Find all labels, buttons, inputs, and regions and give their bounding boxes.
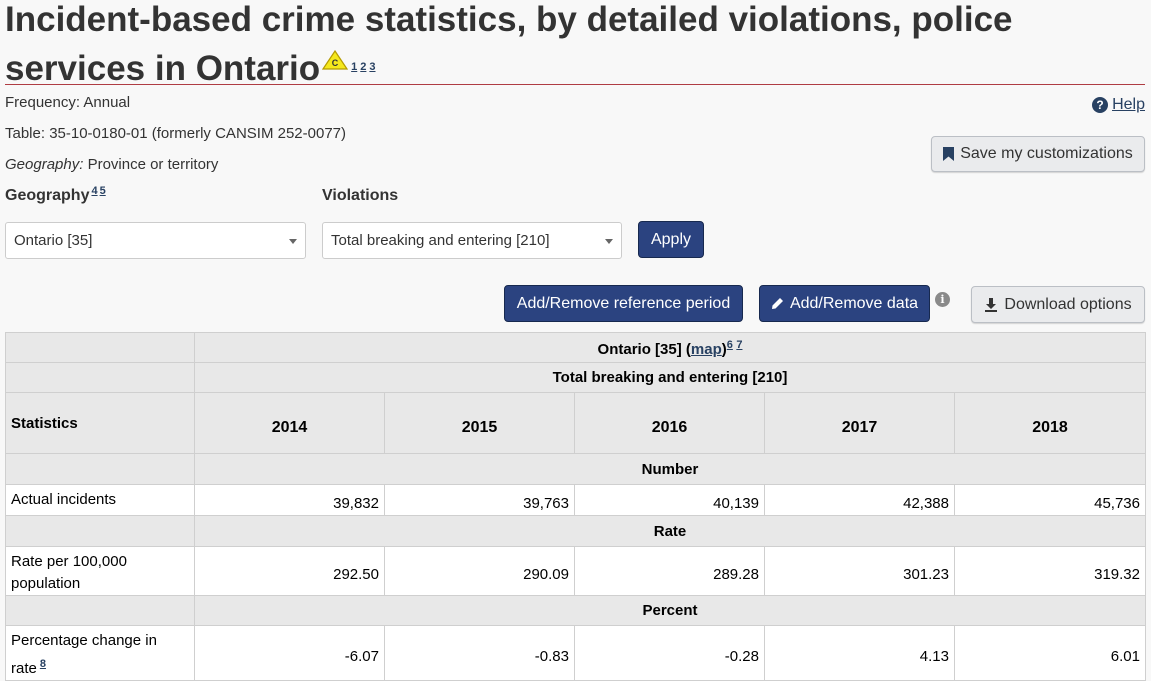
- geo-header: Ontario [35] (map)6 7: [194, 332, 1146, 363]
- geography-level-label: Geography:: [5, 156, 84, 173]
- violation-header: Total breaking and entering [210]: [194, 362, 1146, 393]
- empty-stub-cell: [5, 332, 195, 363]
- section-header-row: Percent: [5, 595, 1146, 626]
- row-label: Rate per 100,000 population: [5, 546, 195, 596]
- data-cell: 289.28: [574, 546, 765, 596]
- geography-field-label: Geography 4 5: [5, 185, 106, 205]
- empty-stub-cell: [5, 362, 195, 393]
- data-cell: 319.32: [954, 546, 1146, 596]
- title-divider: [5, 84, 1145, 85]
- geo-footnote-6[interactable]: 6: [727, 339, 733, 351]
- year-header: 2016: [574, 392, 765, 454]
- caution-symbol: C: [332, 58, 339, 68]
- data-table: Ontario [35] (map)6 7 Total breaking and…: [5, 332, 1146, 681]
- download-options-label: Download options: [1004, 295, 1132, 313]
- empty-stub-cell: [5, 595, 195, 626]
- year-header-row: Statistics 2014 2015 2016 2017 2018: [5, 392, 1146, 454]
- table-row: Percentage change in rate 8 -6.07 -0.83 -…: [5, 625, 1146, 681]
- section-heading-number: Number: [194, 453, 1146, 485]
- year-header: 2014: [194, 392, 385, 454]
- help-label: Help: [1112, 96, 1145, 113]
- year-header: 2018: [954, 392, 1146, 454]
- page-title-text: Incident-based crime statistics, by deta…: [5, 0, 1013, 88]
- data-cell: 4.13: [764, 625, 955, 681]
- add-remove-data-button[interactable]: Add/Remove data: [759, 285, 930, 322]
- violations-field-label: Violations: [322, 187, 399, 204]
- data-cell: 45,736: [954, 484, 1146, 516]
- data-cell: 6.01: [954, 625, 1146, 681]
- geo-header-row: Ontario [35] (map)6 7: [5, 332, 1146, 363]
- frequency-text: Frequency: Annual: [5, 94, 131, 111]
- violation-header-row: Total breaking and entering [210]: [5, 362, 1146, 393]
- title-footnote-2[interactable]: 2: [360, 61, 366, 73]
- geography-footnote-4[interactable]: 4: [91, 185, 97, 197]
- geography-select-value: Ontario [35]: [14, 232, 93, 249]
- add-remove-data-label: Add/Remove data: [789, 294, 919, 312]
- table-id-text: Table: 35-10-0180-01 (formerly CANSIM 25…: [5, 125, 346, 142]
- save-customizations-label: Save my customizations: [960, 145, 1133, 162]
- geography-level-value: Province or territory: [87, 156, 219, 173]
- row-label-text: Percentage change in rate: [11, 632, 157, 677]
- title-footnote-3[interactable]: 3: [369, 61, 375, 73]
- row-label: Actual incidents: [5, 484, 195, 516]
- help-link[interactable]: ? Help: [1092, 96, 1145, 114]
- geo-footnote-7[interactable]: 7: [736, 339, 742, 351]
- download-icon: [985, 297, 998, 312]
- section-header-row: Rate: [5, 515, 1146, 547]
- violations-select-value: Total breaking and entering [210]: [331, 232, 550, 249]
- geography-select[interactable]: Ontario [35]: [5, 222, 306, 259]
- data-cell: 290.09: [384, 546, 575, 596]
- chevron-down-icon: [605, 238, 613, 244]
- empty-stub-cell: [5, 515, 195, 547]
- caution-icon[interactable]: C: [322, 39, 349, 70]
- empty-stub-cell: [5, 453, 195, 485]
- data-cell: 301.23: [764, 546, 955, 596]
- data-cell: -0.83: [384, 625, 575, 681]
- section-header-row: Number: [5, 453, 1146, 485]
- section-heading-rate: Rate: [194, 515, 1146, 547]
- save-customizations-button[interactable]: Save my customizations: [931, 136, 1145, 172]
- section-heading-percent: Percent: [194, 595, 1146, 626]
- year-header: 2017: [764, 392, 955, 454]
- data-cell: 292.50: [194, 546, 385, 596]
- data-cell: 39,832: [194, 484, 385, 516]
- help-icon: ?: [1092, 97, 1109, 113]
- add-remove-reference-period-button[interactable]: Add/Remove reference period: [504, 285, 743, 322]
- geography-footnote-5[interactable]: 5: [100, 185, 106, 197]
- geography-label-text: Geography: [5, 187, 90, 204]
- geography-level-text: Geography: Province or territory: [5, 156, 218, 173]
- page-title: Incident-based crime statistics, by deta…: [5, 0, 1145, 88]
- map-link[interactable]: map: [691, 341, 722, 358]
- data-cell: 42,388: [764, 484, 955, 516]
- table-row: Actual incidents 39,832 39,763 40,139 42…: [5, 484, 1146, 516]
- bookmark-icon: [943, 147, 955, 161]
- data-cell: -6.07: [194, 625, 385, 681]
- geo-header-text: Ontario [35]: [597, 341, 682, 358]
- statistics-header: Statistics: [5, 392, 195, 454]
- data-cell: 39,763: [384, 484, 575, 516]
- table-row: Rate per 100,000 population 292.50 290.0…: [5, 546, 1146, 596]
- apply-button[interactable]: Apply: [638, 221, 704, 258]
- row-label: Percentage change in rate 8: [5, 625, 195, 681]
- violations-select[interactable]: Total breaking and entering [210]: [322, 222, 622, 259]
- info-icon[interactable]: i: [935, 292, 950, 307]
- chevron-down-icon: [289, 238, 297, 244]
- pencil-icon: [771, 298, 783, 309]
- year-header: 2015: [384, 392, 575, 454]
- data-cell: -0.28: [574, 625, 765, 681]
- row-footnote-8[interactable]: 8: [40, 658, 46, 670]
- download-options-button[interactable]: Download options: [971, 286, 1145, 323]
- data-cell: 40,139: [574, 484, 765, 516]
- title-footnote-1[interactable]: 1: [351, 61, 357, 73]
